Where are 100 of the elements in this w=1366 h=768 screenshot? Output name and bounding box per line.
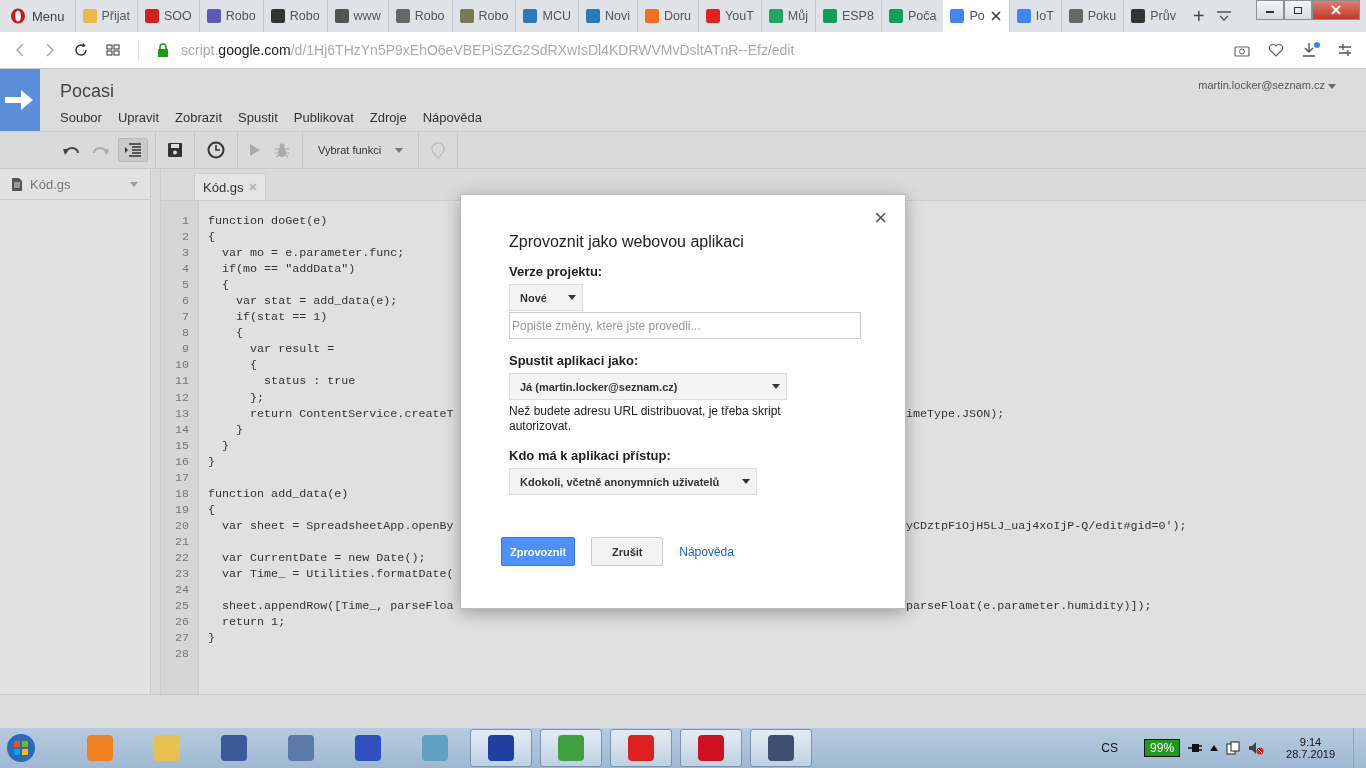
muted-speaker-icon[interactable] xyxy=(1248,741,1265,755)
file-list-item[interactable]: Kód.gs xyxy=(0,169,150,200)
line-number: 26 xyxy=(173,615,189,630)
browser-menu-button[interactable]: Menu xyxy=(0,0,75,32)
tab-title: Robo xyxy=(478,9,509,23)
start-button[interactable] xyxy=(6,733,36,763)
menu-item[interactable]: Publikovat xyxy=(293,110,354,125)
code-line: } xyxy=(235,422,244,437)
apps-script-logo[interactable] xyxy=(0,69,40,131)
code-line: parseFloat(e.parameter.humidity)]); xyxy=(906,599,1152,614)
tab-title: Prův xyxy=(1150,9,1176,23)
caret-icon xyxy=(130,181,138,187)
caret-icon xyxy=(742,479,750,484)
line-number: 7 xyxy=(181,310,189,325)
clock[interactable]: 9:14 28.7.2019 xyxy=(1286,736,1335,760)
close-icon[interactable] xyxy=(989,10,1002,22)
tab-title: IoT xyxy=(1035,9,1054,23)
document-icon xyxy=(12,177,22,191)
clock-icon[interactable] xyxy=(207,141,225,159)
close-icon xyxy=(1330,5,1342,15)
download-icon[interactable] xyxy=(1302,42,1320,58)
line-number: 1 xyxy=(181,214,189,228)
version-select[interactable]: Nové xyxy=(509,284,583,311)
menu-item[interactable]: Zdroje xyxy=(369,110,407,125)
menu-item[interactable]: Soubor xyxy=(60,110,102,125)
heart-icon[interactable] xyxy=(1268,43,1284,57)
run-as-select[interactable]: Já (martin.locker@seznam.cz) xyxy=(509,373,787,400)
network-icon[interactable] xyxy=(1226,741,1241,755)
tab-menu-icon[interactable] xyxy=(1216,10,1232,22)
minimize-button[interactable] xyxy=(1256,0,1284,20)
function-select[interactable]: Vybrat funkci xyxy=(310,144,412,156)
code-line: } xyxy=(221,438,230,453)
caret-icon xyxy=(395,147,404,153)
code-line: var CurrentDate = new Date(); xyxy=(221,551,426,565)
help-link[interactable]: Nápověda xyxy=(679,544,734,559)
grid-icon[interactable] xyxy=(106,44,120,56)
plug-icon[interactable] xyxy=(1188,742,1203,754)
tab-title: Přijat xyxy=(101,9,130,23)
taskbar-app-icon[interactable] xyxy=(680,729,742,767)
line-number: 23 xyxy=(173,567,189,582)
undo-icon[interactable] xyxy=(63,145,79,155)
cancel-button[interactable]: Zrušit xyxy=(591,537,664,566)
line-number: 2 xyxy=(181,230,189,245)
language-indicator[interactable]: CS xyxy=(1101,741,1119,755)
line-number: 5 xyxy=(181,278,189,293)
address-field[interactable]: script.google.com/d/1Hj6THzYn5P9xEhO6eVBEPiSZG2SdRXwIsDl4KDRWVMvDsltATnR--Efz/edit xyxy=(181,42,795,58)
code-line: var mo = e.parameter.func; xyxy=(221,246,405,261)
caret-icon xyxy=(1328,84,1336,89)
code-line: yCDztpF1OjH5LJ_uaj4xoIjP-Q/edit#gid=0'); xyxy=(906,518,1187,533)
changes-input-field[interactable]: Popište změny, které jste provedli... xyxy=(509,312,861,339)
code-line: status : true xyxy=(263,374,356,389)
indent-button[interactable] xyxy=(118,138,148,162)
tab-title: www xyxy=(353,9,381,23)
reload-icon[interactable] xyxy=(74,43,88,57)
settings-icon[interactable] xyxy=(1338,43,1352,57)
tab-title: Novi xyxy=(604,9,630,23)
code-line: { xyxy=(235,326,244,341)
line-number: 15 xyxy=(173,438,189,453)
maximize-button[interactable] xyxy=(1284,0,1312,20)
up-arrow-icon[interactable] xyxy=(1210,745,1219,751)
line-number: 13 xyxy=(173,406,189,421)
taskbar-app-icon[interactable] xyxy=(610,729,672,767)
camera-icon[interactable] xyxy=(1234,43,1250,57)
line-number: 6 xyxy=(181,294,189,309)
code-line: imeType.JSON); xyxy=(906,406,1005,421)
field-label: Kdo má k aplikaci přístup: xyxy=(509,448,671,463)
project-title[interactable]: Pocasi xyxy=(60,81,482,102)
code-line: if(mo == "addData") xyxy=(221,262,356,277)
browser-tab[interactable]: Po xyxy=(943,0,1009,32)
account-menu[interactable]: martin.locker@seznam.cz xyxy=(1198,69,1366,93)
tab-title: Robo xyxy=(289,9,320,23)
save-icon[interactable] xyxy=(168,143,182,157)
tab-title: SOO xyxy=(164,9,192,23)
menu-item[interactable]: Nápověda xyxy=(422,110,482,125)
menu-item[interactable]: Zobrazit xyxy=(175,110,223,125)
line-number: 9 xyxy=(181,342,189,357)
access-select[interactable]: Kdokoli, včetně anonymních uživatelů xyxy=(509,468,757,495)
tab-title: MCU xyxy=(542,9,571,23)
editor-tab[interactable]: Kód.gs xyxy=(194,173,267,200)
line-number: 4 xyxy=(181,262,189,277)
code-line: } xyxy=(208,454,215,469)
code-line: return ContentService.createT xyxy=(249,406,454,421)
line-number: 28 xyxy=(173,647,189,662)
menu-item[interactable]: Upravit xyxy=(117,110,160,125)
close-button[interactable]: × xyxy=(874,205,887,231)
new-tab-button[interactable]: + xyxy=(1182,4,1215,28)
taskbar-app-icon[interactable] xyxy=(470,729,532,767)
menu-item[interactable]: Spustit xyxy=(238,110,278,125)
maximize-icon xyxy=(1293,5,1303,15)
indent-icon xyxy=(124,143,142,157)
code-line: sheet.appendRow([Time_, parseFloa xyxy=(221,599,454,614)
line-number: 16 xyxy=(173,454,189,469)
code-line: { xyxy=(208,502,215,517)
code-line: var sheet = SpreadsheetApp.openBy xyxy=(221,518,454,533)
taskbar-app-icon[interactable] xyxy=(750,729,812,767)
code-line: }; xyxy=(249,390,265,405)
line-number: 17 xyxy=(173,470,189,485)
battery-indicator[interactable]: 99% xyxy=(1144,739,1181,757)
close-window-button[interactable] xyxy=(1312,0,1360,20)
lock-icon xyxy=(157,42,169,58)
